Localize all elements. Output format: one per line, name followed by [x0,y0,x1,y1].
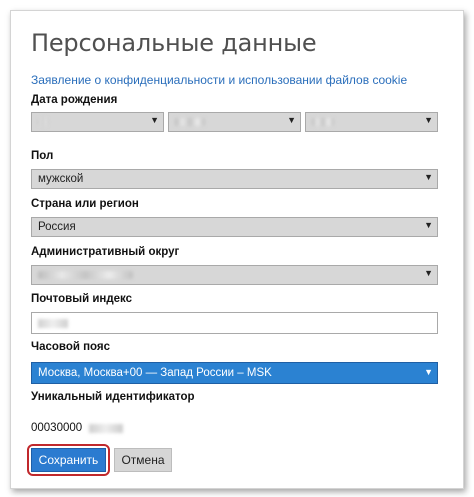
birth-date-label: Дата рождения [31,94,118,106]
gender-select[interactable]: мужской ▼ [31,169,438,189]
gender-value: мужской [38,173,84,185]
unique-id-label: Уникальный идентификатор [31,391,195,403]
postal-code-input[interactable] [31,312,438,334]
chevron-down-icon: ▼ [424,220,433,230]
country-value: Россия [38,221,76,233]
timezone-label: Часовой пояс [31,341,111,353]
unique-id-redacted [89,424,123,433]
postal-label: Почтовый индекс [31,293,133,305]
chevron-down-icon: ▼ [424,172,433,182]
chevron-down-icon: ▼ [424,268,433,278]
postal-code-value [38,319,68,328]
timezone-select[interactable]: Москва, Москва+00 — Запад России – MSK ▼ [31,362,438,384]
birth-day-select[interactable]: ▼ [31,112,164,132]
chevron-down-icon: ▼ [287,115,296,125]
chevron-down-icon: ▼ [424,367,433,377]
unique-id-value: 00030000 [31,422,83,434]
birth-year-select[interactable]: ▼ [305,112,438,132]
district-value [38,271,133,279]
timezone-value: Москва, Москва+00 — Запад России – MSK [38,367,272,379]
country-label: Страна или регион [31,198,139,210]
privacy-statement-link[interactable]: Заявление о конфиденциальности и использ… [31,73,407,87]
save-button[interactable]: Сохранить [31,448,106,472]
country-select[interactable]: Россия ▼ [31,217,438,237]
gender-label: Пол [31,150,54,162]
cancel-button[interactable]: Отмена [114,448,172,472]
birth-year-value [312,118,334,126]
page-title: Персональные данные [31,29,317,57]
chevron-down-icon: ▼ [424,115,433,125]
district-select[interactable]: ▼ [31,265,438,285]
birth-month-value [175,118,205,126]
birth-month-select[interactable]: ▼ [168,112,301,132]
chevron-down-icon: ▼ [150,115,159,125]
personal-data-panel: Персональные данные Заявление о конфиден… [10,10,464,489]
birth-day-value [38,118,48,126]
district-label: Административный округ [31,246,180,258]
